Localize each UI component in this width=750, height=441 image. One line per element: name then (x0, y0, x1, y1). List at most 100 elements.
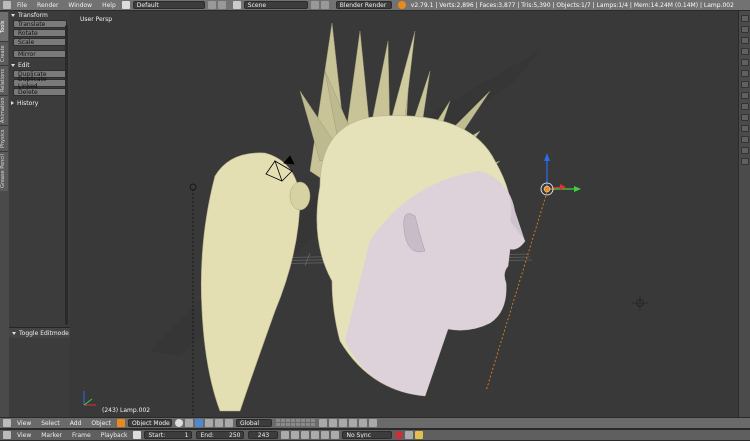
transform-panel-header[interactable]: Transform (9, 11, 70, 19)
duplicate-linked-button[interactable]: Duplicate Linked (13, 76, 67, 90)
screen-layout-icon[interactable] (121, 1, 130, 9)
manipulator-icon[interactable] (194, 419, 203, 427)
menu-playback[interactable]: Playback (96, 432, 133, 439)
screen-layout-select[interactable]: Default (132, 1, 205, 9)
scene-canvas[interactable] (70, 11, 738, 417)
menu-add[interactable]: Add (65, 420, 87, 427)
blender-logo-icon (397, 1, 406, 9)
3d-view-header: View Select Add Object Object Mode Globa… (0, 417, 750, 429)
scene-select[interactable]: Scene (243, 1, 308, 9)
play-reverse-icon[interactable] (301, 431, 310, 439)
head-mesh (316, 115, 526, 397)
keyframe-insert-icon[interactable] (415, 431, 424, 439)
toggle-editmode-panel[interactable]: Toggle Editmode (9, 327, 70, 338)
translate-button[interactable]: Translate (13, 20, 67, 28)
add-scene-icon[interactable] (310, 1, 319, 9)
render-preview-icon[interactable] (358, 419, 367, 427)
history-panel-header[interactable]: History (9, 99, 70, 107)
view-icon[interactable] (741, 26, 749, 33)
menu-frame[interactable]: Frame (67, 432, 96, 439)
editor-type-icon[interactable] (3, 419, 11, 427)
proportional-icon[interactable] (348, 419, 357, 427)
start-frame-label: Start: (148, 431, 166, 439)
jump-end-icon[interactable] (331, 431, 340, 439)
rotate-icon[interactable] (214, 419, 223, 427)
lamp-right-object (632, 295, 648, 311)
view-icon[interactable] (741, 37, 749, 44)
orientation-select[interactable]: Global (235, 419, 272, 427)
tab-relations[interactable]: Relations (0, 65, 8, 95)
view-icon[interactable] (741, 70, 749, 77)
tool-shelf-scrollbar[interactable] (65, 25, 68, 325)
viewport-perspective-label: User Persp (80, 16, 113, 23)
menu-render[interactable]: Render (32, 2, 63, 9)
shading-icon[interactable] (174, 419, 183, 427)
render-engine-select[interactable]: Blender Render (335, 1, 392, 9)
translate-icon[interactable] (204, 419, 213, 427)
expand-arrow-icon (12, 331, 16, 335)
menu-marker[interactable]: Marker (36, 432, 67, 439)
menu-window[interactable]: Window (63, 2, 97, 9)
view-icon[interactable] (741, 147, 749, 154)
active-object-label: (243) Lamp.002 (102, 407, 151, 414)
timeline-header: View Marker Frame Playback Start: 1 End:… (0, 429, 750, 441)
scale-button[interactable]: Scale (13, 38, 67, 46)
lock-icon[interactable] (318, 419, 327, 427)
menu-view[interactable]: View (12, 420, 36, 427)
snap-icon[interactable] (328, 419, 337, 427)
pivot-icon[interactable] (184, 419, 193, 427)
scene-statistics: v2.79.1 | Verts:2,896 | Faces:3,877 | Tr… (410, 1, 734, 9)
view-icon[interactable] (741, 48, 749, 55)
close-scene-icon[interactable] (320, 1, 329, 9)
object-mode-icon (116, 419, 125, 427)
view-icon[interactable] (741, 15, 749, 22)
close-layout-icon[interactable] (217, 1, 226, 9)
history-panel-title: History (17, 99, 39, 107)
play-icon[interactable] (311, 431, 320, 439)
start-frame-field[interactable]: Start: 1 (144, 431, 193, 439)
snap-target-icon[interactable] (338, 419, 347, 427)
3d-viewport[interactable]: User Persp (243) Lamp.002 (70, 11, 738, 417)
rotate-button[interactable]: Rotate (13, 29, 67, 37)
mode-select[interactable]: Object Mode (127, 419, 172, 427)
view-icon[interactable] (741, 81, 749, 88)
view-icon[interactable] (741, 59, 749, 66)
menu-select[interactable]: Select (36, 420, 65, 427)
tab-tools[interactable]: Tools (0, 11, 8, 41)
mirror-button[interactable]: Mirror (13, 50, 67, 58)
view-icon[interactable] (741, 103, 749, 110)
menu-help[interactable]: Help (97, 2, 121, 9)
edit-panel-header[interactable]: Edit (9, 61, 70, 69)
sync-mode-select[interactable]: No Sync (342, 431, 393, 439)
record-icon[interactable] (395, 431, 404, 439)
toggle-editmode-label: Toggle Editmode (19, 329, 69, 337)
end-frame-field[interactable]: End: 250 (196, 431, 245, 439)
preview-range-icon[interactable] (133, 431, 142, 439)
view-icon[interactable] (741, 125, 749, 132)
tab-physics[interactable]: Physics (0, 125, 8, 151)
menu-file[interactable]: File (12, 2, 32, 9)
view-icon[interactable] (741, 136, 749, 143)
editor-type-icon[interactable] (3, 1, 11, 9)
axis-orientation-widget (83, 391, 96, 406)
tab-grease-pencil[interactable]: Grease Pencil (0, 151, 8, 191)
current-frame-field[interactable]: 243 (248, 431, 279, 439)
add-layout-icon[interactable] (207, 1, 216, 9)
layer-buttons[interactable] (275, 419, 316, 427)
camera-render-icon[interactable] (368, 419, 377, 427)
view-icon[interactable] (741, 114, 749, 121)
info-header: File Render Window Help Default Scene Bl… (0, 0, 750, 11)
editor-type-icon[interactable] (3, 431, 11, 439)
menu-view[interactable]: View (12, 432, 36, 439)
tab-animation[interactable]: Animation (0, 95, 8, 125)
view-icon[interactable] (741, 158, 749, 165)
jump-start-icon[interactable] (281, 431, 290, 439)
tab-create[interactable]: Create (0, 41, 8, 65)
prev-keyframe-icon[interactable] (291, 431, 300, 439)
menu-object[interactable]: Object (86, 420, 116, 427)
view-icon[interactable] (741, 92, 749, 99)
scene-icon[interactable] (232, 1, 241, 9)
keying-set-icon[interactable] (405, 431, 414, 439)
next-keyframe-icon[interactable] (321, 431, 330, 439)
scale-icon[interactable] (224, 419, 233, 427)
